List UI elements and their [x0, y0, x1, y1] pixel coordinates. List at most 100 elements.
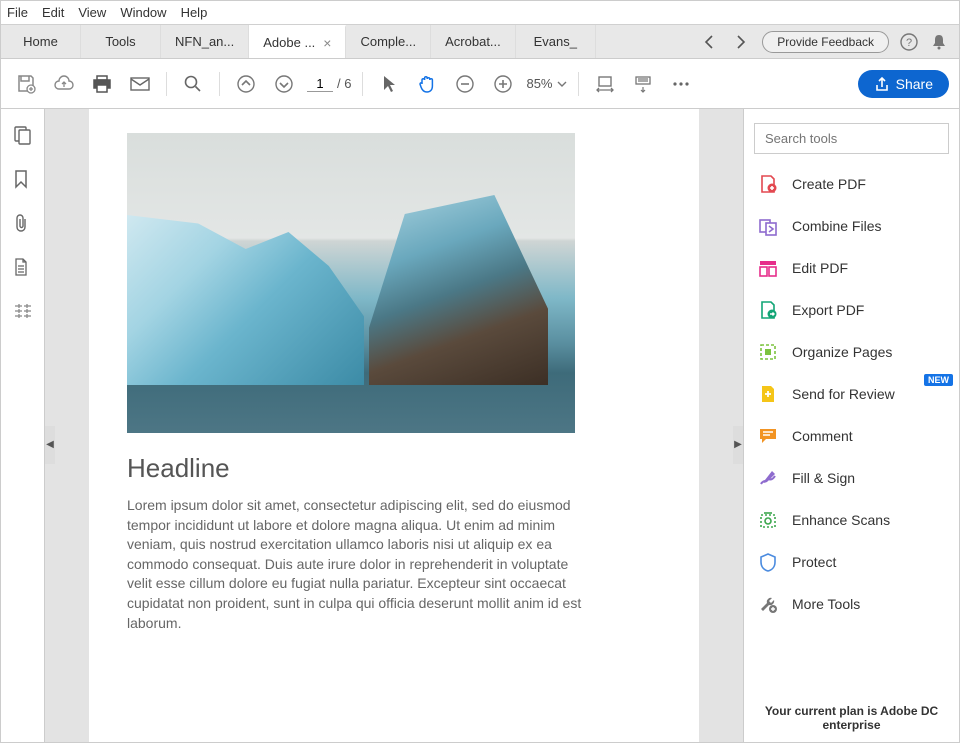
tool-label: Combine Files [792, 218, 881, 234]
toolbar-separator [219, 72, 220, 96]
tab-home[interactable]: Home [1, 25, 81, 58]
cloud-icon[interactable] [49, 69, 79, 99]
share-icon [874, 76, 890, 92]
document-image [127, 133, 575, 433]
tab-doc-3-label: Comple... [360, 34, 416, 49]
more-tools-wrench-icon [758, 594, 778, 614]
tool-protect[interactable]: Protect [758, 552, 949, 572]
attachments-icon[interactable] [13, 213, 33, 233]
plan-message: Your current plan is Adobe DC enterprise [754, 696, 949, 734]
find-icon[interactable] [178, 69, 208, 99]
create-pdf-icon [758, 174, 778, 194]
tool-label: Export PDF [792, 302, 864, 318]
tools-panel: Create PDF Combine Files Edit PDF Export… [743, 109, 959, 742]
notifications-icon[interactable] [929, 32, 949, 52]
toolbar-separator [166, 72, 167, 96]
protect-icon [758, 552, 778, 572]
tool-label: Organize Pages [792, 344, 892, 360]
zoom-out-icon[interactable] [450, 69, 480, 99]
email-icon[interactable] [125, 69, 155, 99]
share-label: Share [896, 76, 933, 92]
left-panel-toggle[interactable]: ◀ [45, 426, 55, 464]
search-tools-input[interactable] [754, 123, 949, 154]
organize-pages-icon [758, 342, 778, 362]
tab-nav-prev-icon[interactable] [698, 31, 720, 53]
tool-label: Comment [792, 428, 853, 444]
fit-width-icon[interactable] [590, 69, 620, 99]
document-body: Lorem ipsum dolor sit amet, consectetur … [127, 496, 597, 633]
tool-label: Fill & Sign [792, 470, 855, 486]
toolbar-separator [362, 72, 363, 96]
tool-label: Protect [792, 554, 836, 570]
enhance-scans-icon [758, 510, 778, 530]
print-icon[interactable] [87, 69, 117, 99]
tool-create-pdf[interactable]: Create PDF [758, 174, 949, 194]
svg-text:?: ? [906, 37, 912, 49]
new-badge: NEW [924, 374, 953, 386]
provide-feedback-button[interactable]: Provide Feedback [762, 31, 889, 53]
menu-window[interactable]: Window [120, 5, 166, 20]
tab-nav-next-icon[interactable] [730, 31, 752, 53]
zoom-value: 85% [526, 76, 552, 91]
tab-tools-label: Tools [105, 34, 135, 49]
menu-bar: File Edit View Window Help [1, 1, 959, 25]
main-area: ◀ Headline Lorem ipsum dolor sit amet, c… [1, 109, 959, 742]
document-viewport[interactable]: ◀ Headline Lorem ipsum dolor sit amet, c… [45, 109, 743, 742]
thumbnails-icon[interactable] [13, 125, 33, 145]
tab-tools[interactable]: Tools [81, 25, 161, 58]
tab-doc-5[interactable]: Evans_ [516, 25, 596, 58]
tool-combine-files[interactable]: Combine Files [758, 216, 949, 236]
page-up-icon[interactable] [231, 69, 261, 99]
tab-doc-5-label: Evans_ [534, 34, 577, 49]
document-headline: Headline [127, 453, 651, 484]
tab-bar-right: Provide Feedback ? [698, 31, 959, 53]
toolbar: / 6 85% Share [1, 59, 959, 109]
tab-bar: Home Tools NFN_an... Adobe ... × Comple.… [1, 25, 959, 59]
save-icon[interactable] [11, 69, 41, 99]
fill-sign-icon [758, 468, 778, 488]
more-tools-icon[interactable] [666, 69, 696, 99]
bookmarks-icon[interactable] [13, 169, 33, 189]
chevron-down-icon [557, 80, 567, 88]
tool-organize-pages[interactable]: Organize Pages [758, 342, 949, 362]
tab-doc-2-label: Adobe ... [263, 35, 315, 50]
combine-files-icon [758, 216, 778, 236]
tool-label: Enhance Scans [792, 512, 890, 528]
zoom-level[interactable]: 85% [526, 76, 566, 91]
menu-edit[interactable]: Edit [42, 5, 64, 20]
menu-file[interactable]: File [7, 5, 28, 20]
tab-doc-1[interactable]: NFN_an... [161, 25, 249, 58]
page-down-icon[interactable] [269, 69, 299, 99]
export-pdf-icon [758, 300, 778, 320]
menu-view[interactable]: View [78, 5, 106, 20]
share-button[interactable]: Share [858, 70, 949, 98]
tool-label: Edit PDF [792, 260, 848, 276]
layers-icon[interactable] [13, 301, 33, 321]
page-current-input[interactable] [307, 76, 333, 92]
help-icon[interactable]: ? [899, 32, 919, 52]
tab-doc-4-label: Acrobat... [445, 34, 501, 49]
tool-enhance-scans[interactable]: Enhance Scans [758, 510, 949, 530]
selection-tool-icon[interactable] [374, 69, 404, 99]
document-pane-icon[interactable] [13, 257, 33, 277]
page-display-icon[interactable] [628, 69, 658, 99]
right-panel-toggle[interactable]: ▶ [733, 426, 743, 464]
tool-send-for-review[interactable]: Send for Review NEW [758, 384, 949, 404]
tool-fill-sign[interactable]: Fill & Sign [758, 468, 949, 488]
menu-help[interactable]: Help [181, 5, 208, 20]
tab-home-label: Home [23, 34, 58, 49]
hand-tool-icon[interactable] [412, 69, 442, 99]
tool-edit-pdf[interactable]: Edit PDF [758, 258, 949, 278]
tab-close-icon[interactable]: × [323, 35, 331, 51]
tab-doc-2[interactable]: Adobe ... × [249, 25, 346, 58]
tool-more-tools[interactable]: More Tools [758, 594, 949, 614]
tool-label: More Tools [792, 596, 860, 612]
tool-export-pdf[interactable]: Export PDF [758, 300, 949, 320]
tool-comment[interactable]: Comment [758, 426, 949, 446]
page-number: / 6 [307, 76, 351, 92]
tab-doc-3[interactable]: Comple... [346, 25, 431, 58]
document-page: Headline Lorem ipsum dolor sit amet, con… [89, 109, 699, 742]
page-total: / 6 [337, 76, 351, 91]
tab-doc-4[interactable]: Acrobat... [431, 25, 516, 58]
zoom-in-icon[interactable] [488, 69, 518, 99]
